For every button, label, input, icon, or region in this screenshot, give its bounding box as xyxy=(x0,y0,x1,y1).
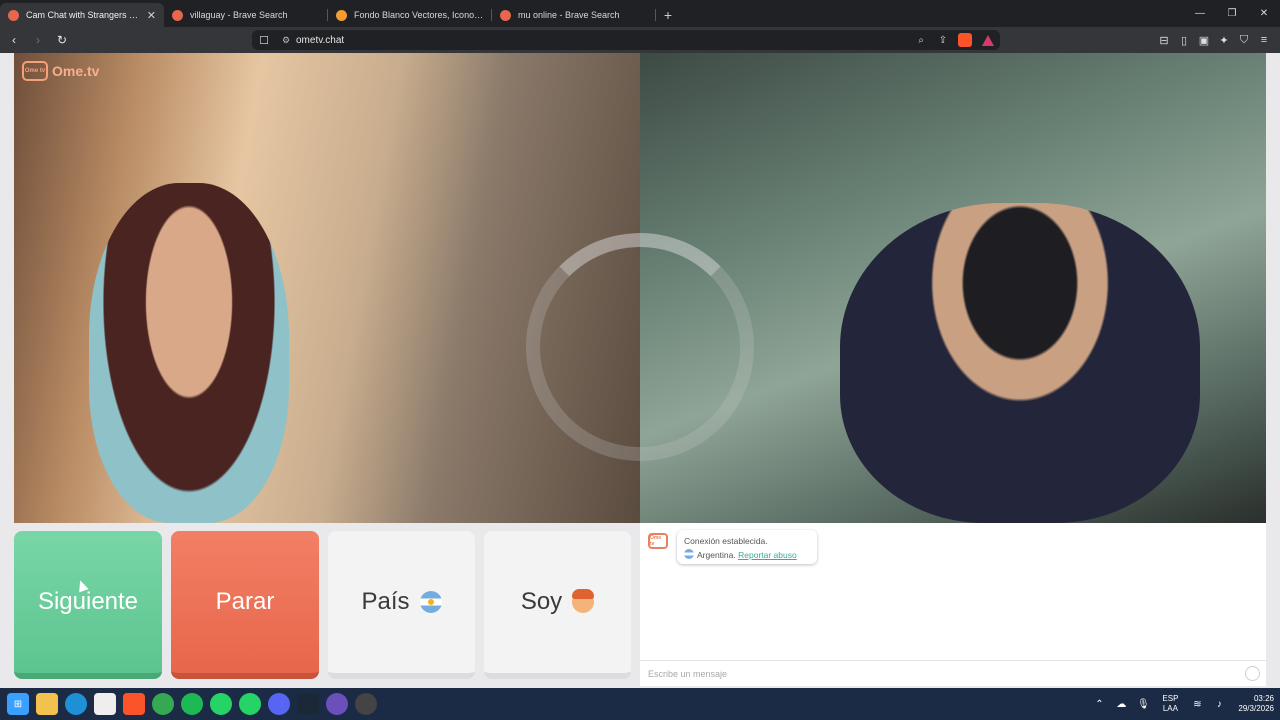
stop-button[interactable]: Parar xyxy=(171,531,319,679)
url-text[interactable]: ometv.chat xyxy=(296,35,910,46)
tab-mu-online[interactable]: mu online - Brave Search xyxy=(492,3,656,27)
country-line: Argentina. Reportar abuso xyxy=(684,548,810,562)
report-abuse-link[interactable]: Reportar abuso xyxy=(738,550,797,560)
clock-time: 03:26 xyxy=(1253,694,1274,703)
language-code: ESP xyxy=(1162,694,1179,703)
tab-title: Cam Chat with Strangers on O xyxy=(26,10,141,20)
whatsapp-icon[interactable] xyxy=(210,693,232,715)
ometv-logo: Ome tv Ome.tv xyxy=(22,61,99,81)
brave-favicon-icon xyxy=(172,9,183,21)
stranger-person xyxy=(89,183,289,523)
edge-icon[interactable] xyxy=(65,693,87,715)
message-placeholder: Escribe un mensaje xyxy=(648,668,728,679)
window-controls: — ❐ ✕ xyxy=(1184,0,1280,27)
system-tray: ⌃ ☁ 🎙 ESP LAA ≋ ♪ 03:26 29/3/2026 xyxy=(1088,688,1274,720)
microphone-icon[interactable]: 🎙 xyxy=(1132,699,1154,710)
zoom-icon[interactable]: ⌕ xyxy=(910,35,932,46)
chrome-icon[interactable] xyxy=(152,693,174,715)
steam-icon[interactable] xyxy=(297,693,319,715)
discord-icon[interactable] xyxy=(268,693,290,715)
tab-strip: Cam Chat with Strangers on O ✕ villaguay… xyxy=(0,0,1280,27)
whatsapp-business-icon[interactable] xyxy=(239,693,261,715)
bookmark-icon[interactable]: ☐ xyxy=(252,34,276,47)
language-indicator[interactable]: ESP LAA xyxy=(1162,694,1178,714)
layout-code: LAA xyxy=(1162,704,1178,713)
tab-fondo-blanco[interactable]: Fondo Blanco Vectores, Iconos, Gráfi xyxy=(328,3,492,27)
ometv-page: Ome tv Ome.tv Siguiente Parar País Soy O… xyxy=(0,53,1280,688)
app-icon[interactable] xyxy=(326,693,348,715)
start-icon[interactable]: ⊞ xyxy=(7,693,29,715)
brave-shield-icon[interactable] xyxy=(958,33,972,47)
back-icon[interactable]: ‹ xyxy=(4,30,24,50)
forward-icon[interactable]: › xyxy=(28,30,48,50)
tab-title: villaguay - Brave Search xyxy=(190,10,288,20)
brave-rewards-icon[interactable] xyxy=(982,34,994,46)
wifi-icon[interactable]: ≋ xyxy=(1186,699,1208,710)
minimize-icon[interactable]: — xyxy=(1184,0,1216,27)
spotify-icon[interactable] xyxy=(181,693,203,715)
ometv-mini-logo-icon: Ome tv xyxy=(648,533,668,549)
loading-spinner xyxy=(526,233,754,461)
logo-text: Ome.tv xyxy=(52,63,100,79)
country-button[interactable]: País xyxy=(328,531,475,679)
clock-date: 29/3/2026 xyxy=(1238,704,1274,713)
gender-button[interactable]: Soy xyxy=(484,531,631,679)
chevron-up-icon[interactable]: ⌃ xyxy=(1088,699,1110,710)
vpn-icon[interactable]: ⛉ xyxy=(1234,30,1254,50)
store-icon[interactable] xyxy=(94,693,116,715)
chat-panel: Ome tv Conexión establecida. Argentina. … xyxy=(640,523,1266,686)
tab-title: Fondo Blanco Vectores, Iconos, Gráfi xyxy=(354,10,484,20)
cloud-icon[interactable]: ☁ xyxy=(1110,699,1132,710)
emoji-icon[interactable] xyxy=(1245,666,1260,681)
menu-icon[interactable]: ≡ xyxy=(1254,30,1274,50)
close-tab-icon[interactable]: ✕ xyxy=(147,9,156,22)
file-explorer-icon[interactable] xyxy=(36,693,58,715)
country-label: País xyxy=(361,588,410,615)
reload-icon[interactable]: ↻ xyxy=(52,30,72,50)
github-icon[interactable] xyxy=(355,693,377,715)
country-name: Argentina. xyxy=(697,550,736,560)
next-button[interactable]: Siguiente xyxy=(14,531,162,679)
ometv-favicon-icon xyxy=(8,9,19,21)
maximize-icon[interactable]: ❐ xyxy=(1216,0,1248,27)
tab-ometv[interactable]: Cam Chat with Strangers on O ✕ xyxy=(0,3,164,27)
close-window-icon[interactable]: ✕ xyxy=(1248,0,1280,27)
logo-badge: Ome tv xyxy=(22,61,48,81)
self-person xyxy=(840,203,1200,523)
gender-label: Soy xyxy=(520,588,563,615)
site-favicon-icon xyxy=(336,9,347,21)
new-tab-button[interactable]: + xyxy=(656,3,680,27)
argentina-flag-icon xyxy=(419,591,442,613)
connection-status: Conexión establecida. xyxy=(684,536,768,546)
system-message: Conexión establecida. Argentina. Reporta… xyxy=(677,530,817,564)
message-input[interactable]: Escribe un mensaje xyxy=(640,660,1266,686)
toolbar-actions: ⊟ ▯ ▣ ✦ ⛉ ≡ xyxy=(1154,30,1274,50)
tab-title: mu online - Brave Search xyxy=(518,10,620,20)
brave-favicon-icon xyxy=(500,9,511,21)
tab-villaguay[interactable]: villaguay - Brave Search xyxy=(164,3,328,27)
leo-ai-icon[interactable]: ✦ xyxy=(1214,30,1234,50)
clock[interactable]: 03:26 29/3/2026 xyxy=(1238,694,1274,714)
address-bar[interactable]: ☐ ⚙ ometv.chat ⌕ ⇪ xyxy=(252,30,1000,50)
wallet-icon[interactable]: ▣ xyxy=(1194,30,1214,50)
tab-search-icon[interactable]: ⊟ xyxy=(1154,30,1174,50)
volume-icon[interactable]: ♪ xyxy=(1208,699,1230,710)
navigation-bar: ‹ › ↻ ☐ ⚙ ometv.chat ⌕ ⇪ ⊟ ▯ ▣ ✦ ⛉ ≡ xyxy=(0,27,1280,53)
argentina-flag-icon xyxy=(684,549,694,559)
share-icon[interactable]: ⇪ xyxy=(932,35,954,46)
site-info-icon[interactable]: ⚙ xyxy=(276,35,296,46)
windows-taskbar: ⊞ ⌃ ☁ 🎙 ESP LAA ≋ ♪ 03:26 29/3/2026 xyxy=(0,688,1280,720)
sidebar-icon[interactable]: ▯ xyxy=(1174,30,1194,50)
boy-avatar-icon xyxy=(572,589,595,613)
brave-icon[interactable] xyxy=(123,693,145,715)
